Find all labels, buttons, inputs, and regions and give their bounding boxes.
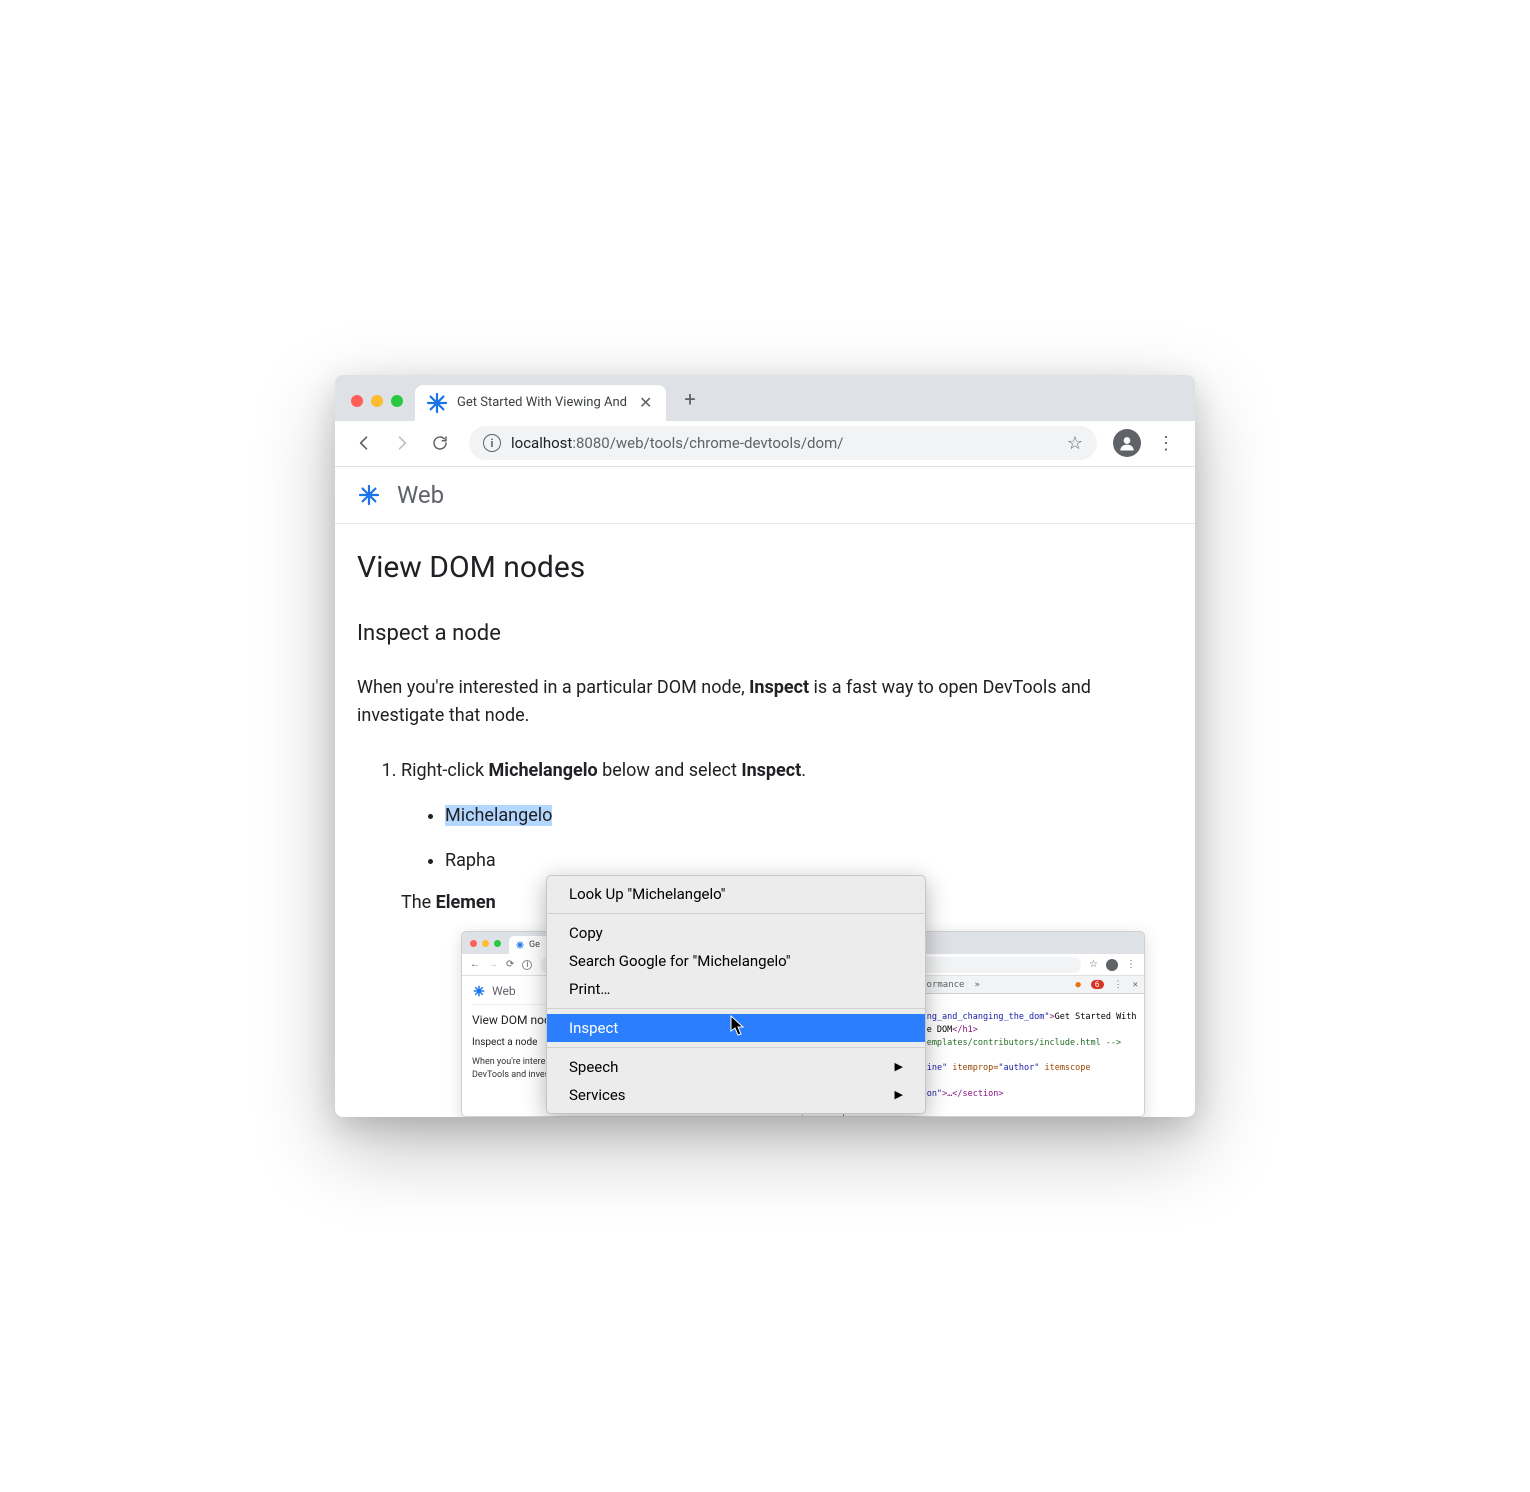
ctx-search-google[interactable]: Search Google for "Michelangelo"	[547, 947, 925, 975]
browser-menu-button[interactable]: ⋮	[1149, 433, 1183, 454]
tab-title: Get Started With Viewing And	[457, 395, 627, 410]
forward-button[interactable]	[385, 426, 419, 460]
ctx-inspect[interactable]: Inspect	[547, 1014, 925, 1042]
list-item-raphael[interactable]: Rapha	[445, 847, 1173, 874]
minimize-window-button[interactable]	[371, 395, 383, 407]
heading-inspect-a-node: Inspect a node	[357, 621, 1173, 646]
step-1: Right-click Michelangelo below and selec…	[401, 757, 1173, 874]
devtools-warning-icon: ●	[1075, 980, 1080, 990]
browser-tab[interactable]: Get Started With Viewing And ✕	[415, 385, 666, 421]
nested-avatar-icon	[1106, 959, 1118, 971]
ctx-copy[interactable]: Copy	[547, 919, 925, 947]
ctx-separator	[547, 1047, 925, 1048]
list-item-michelangelo[interactable]: Michelangelo	[445, 802, 1173, 829]
nested-maximize-icon	[494, 940, 501, 947]
tab-bar: Get Started With Viewing And ✕ +	[335, 375, 1195, 421]
nested-minimize-icon	[482, 940, 489, 947]
tab-favicon-icon	[425, 391, 449, 415]
page-header: Web	[335, 467, 1195, 524]
devtools-error-count: 6	[1091, 980, 1104, 989]
ctx-services[interactable]: Services▶	[547, 1081, 925, 1109]
browser-window: Get Started With Viewing And ✕ + i local…	[335, 375, 1195, 1118]
site-logo-icon	[357, 483, 381, 507]
ctx-separator	[547, 1008, 925, 1009]
submenu-arrow-icon: ▶	[895, 1088, 903, 1101]
profile-avatar-button[interactable]	[1113, 429, 1141, 457]
nested-menu-icon: ⋮	[1126, 959, 1136, 970]
close-window-button[interactable]	[351, 395, 363, 407]
devtools-close-icon: ✕	[1133, 980, 1138, 990]
reload-button[interactable]	[423, 426, 457, 460]
bookmark-star-icon[interactable]: ☆	[1067, 433, 1083, 454]
nested-close-icon	[470, 940, 477, 947]
ctx-lookup[interactable]: Look Up "Michelangelo"	[547, 880, 925, 908]
intro-paragraph: When you're interested in a particular D…	[357, 674, 1173, 730]
address-bar[interactable]: i localhost:8080/web/tools/chrome-devtoo…	[469, 426, 1097, 460]
tab-close-button[interactable]: ✕	[635, 393, 656, 412]
back-button[interactable]	[347, 426, 381, 460]
ctx-print[interactable]: Print…	[547, 975, 925, 1003]
browser-toolbar: i localhost:8080/web/tools/chrome-devtoo…	[335, 421, 1195, 467]
page-header-title: Web	[397, 481, 444, 509]
ctx-separator	[547, 913, 925, 914]
context-menu: Look Up "Michelangelo" Copy Search Googl…	[546, 875, 926, 1114]
submenu-arrow-icon: ▶	[895, 1060, 903, 1073]
nested-favicon-icon	[515, 940, 525, 950]
ctx-speech[interactable]: Speech▶	[547, 1053, 925, 1081]
heading-view-dom-nodes: View DOM nodes	[357, 550, 1173, 585]
devtools-settings-icon: ⋮	[1114, 980, 1123, 990]
nested-star-icon: ☆	[1089, 959, 1098, 970]
maximize-window-button[interactable]	[391, 395, 403, 407]
window-controls	[347, 395, 415, 421]
new-tab-button[interactable]: +	[666, 387, 695, 421]
nested-logo-icon	[472, 984, 486, 998]
url-text: localhost:8080/web/tools/chrome-devtools…	[511, 434, 1057, 452]
site-info-icon[interactable]: i	[483, 434, 501, 452]
